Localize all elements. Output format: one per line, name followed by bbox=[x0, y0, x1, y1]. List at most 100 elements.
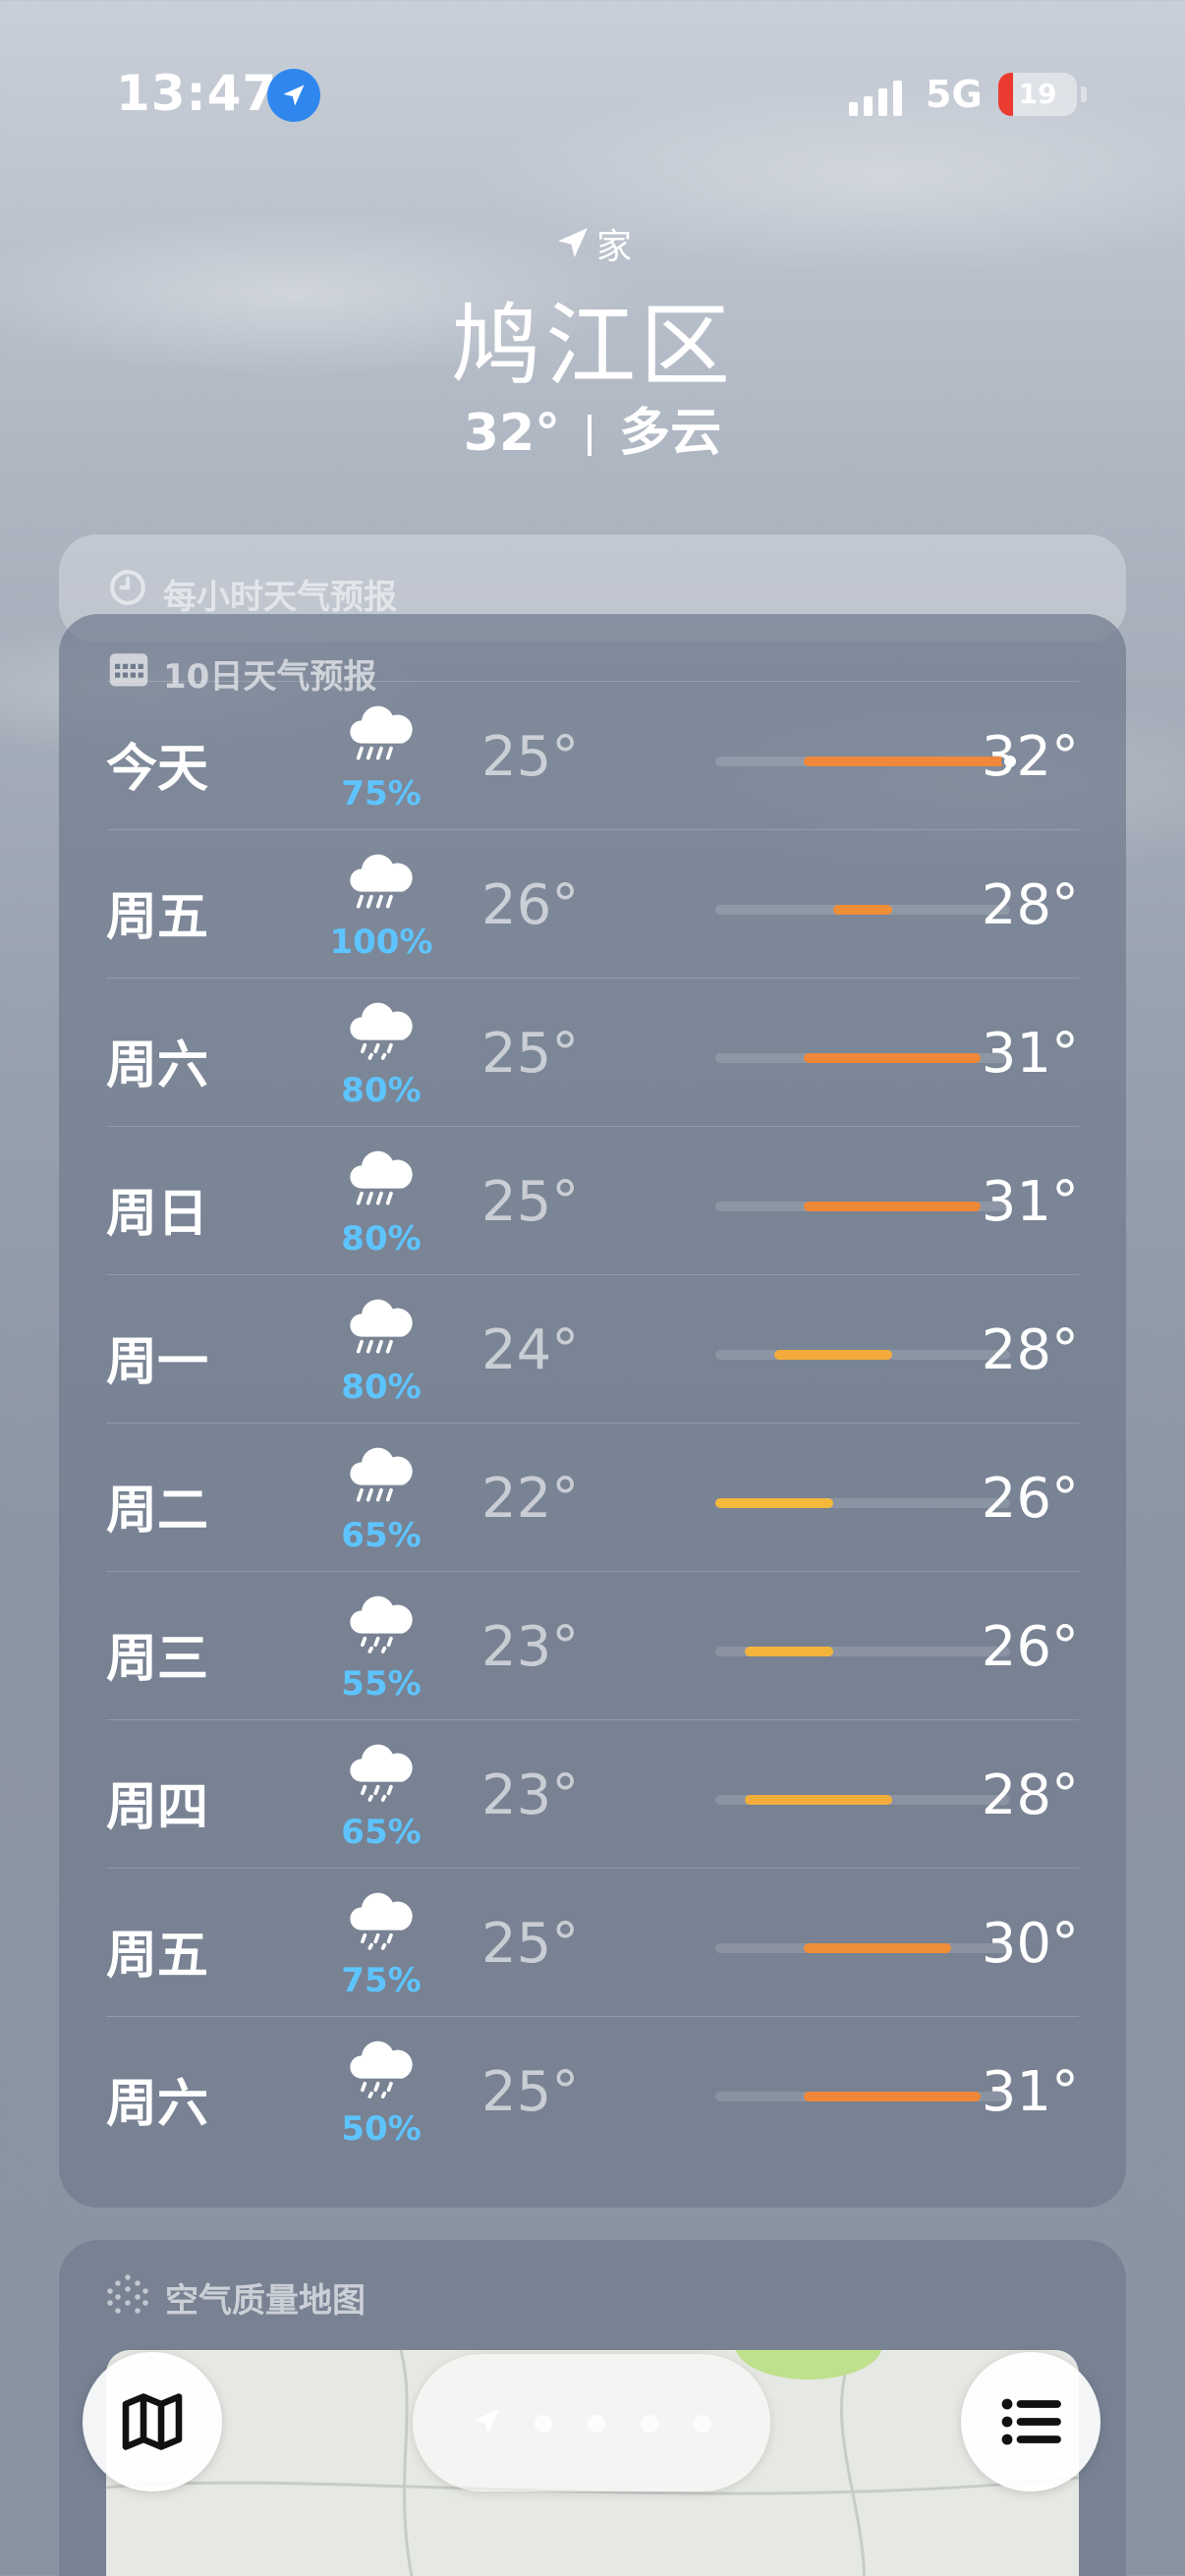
cloud-drizzle-icon bbox=[332, 1884, 430, 1957]
clock: 13:47 bbox=[116, 65, 278, 122]
low-temp: 24° bbox=[481, 1318, 580, 1382]
temp-range-track bbox=[715, 1350, 1010, 1360]
temp-range-track bbox=[715, 1498, 1010, 1508]
temp-range-bar bbox=[745, 1647, 833, 1656]
temp-range-bar bbox=[804, 1202, 981, 1211]
hourly-forecast-label: 每小时天气预报 bbox=[163, 578, 397, 617]
forecast-row[interactable]: 周四 65% 23° 28° bbox=[106, 1719, 1079, 1868]
forecast-day: 周一 bbox=[106, 1333, 209, 1392]
precip-chance: 65% bbox=[341, 1516, 422, 1555]
high-temp: 31° bbox=[981, 2060, 1079, 2124]
precip-chance: 80% bbox=[341, 1368, 422, 1407]
forecast-row[interactable]: 今天 75% 25° 32° bbox=[106, 681, 1079, 829]
forecast-day: 周五 bbox=[106, 888, 209, 947]
battery-percent: 19 bbox=[1018, 78, 1057, 110]
city-name: 鸠江区 bbox=[450, 294, 734, 399]
low-temp: 22° bbox=[481, 1467, 580, 1531]
temp-range-bar bbox=[715, 1498, 833, 1508]
forecast-row[interactable]: 周六 50% 25° 31° bbox=[106, 2016, 1079, 2164]
cloud-rain-icon bbox=[332, 1439, 430, 1512]
precip-chance: 50% bbox=[341, 2109, 422, 2149]
low-temp: 26° bbox=[481, 873, 580, 937]
high-temp: 28° bbox=[981, 873, 1079, 937]
current-temperature: 32° bbox=[463, 404, 561, 463]
precip-chance: 75% bbox=[341, 774, 422, 813]
air-quality-label: 空气质量地图 bbox=[165, 2281, 366, 2321]
forecast-row[interactable]: 周五 100% 26° 28° bbox=[106, 829, 1079, 978]
high-temp: 31° bbox=[981, 1170, 1079, 1234]
precip-chance: 65% bbox=[341, 1813, 422, 1852]
divider bbox=[588, 415, 592, 456]
page-dot[interactable] bbox=[694, 2415, 711, 2433]
cloud-drizzle-icon bbox=[332, 994, 430, 1067]
page-dot[interactable] bbox=[588, 2415, 605, 2433]
temp-range-bar bbox=[774, 1350, 892, 1360]
forecast-day: 周三 bbox=[106, 1630, 209, 1689]
map-icon bbox=[122, 2393, 183, 2450]
precip-chance: 55% bbox=[341, 1664, 422, 1704]
precip-chance: 80% bbox=[341, 1071, 422, 1110]
temp-range-bar bbox=[804, 1053, 981, 1063]
forecast-day: 周六 bbox=[106, 1036, 209, 1095]
high-temp: 26° bbox=[981, 1467, 1079, 1531]
high-temp: 28° bbox=[981, 1764, 1079, 1827]
current-conditions: 32° 多云 bbox=[0, 391, 1185, 465]
location-services-icon bbox=[267, 69, 320, 122]
forecast-row[interactable]: 周一 80% 24° 28° bbox=[106, 1274, 1079, 1423]
forecast-day: 周五 bbox=[106, 1927, 209, 1986]
cloud-rain-icon bbox=[332, 1291, 430, 1364]
precip-chance: 75% bbox=[341, 1961, 422, 2000]
forecast-row[interactable]: 周六 80% 25° 31° bbox=[106, 978, 1079, 1126]
high-temp: 32° bbox=[981, 725, 1079, 789]
cloud-drizzle-icon bbox=[332, 1588, 430, 1660]
location-tag: 家 bbox=[0, 218, 1185, 269]
temp-range-bar bbox=[745, 1795, 892, 1805]
location-arrow-icon bbox=[474, 2409, 499, 2435]
temp-range-track bbox=[715, 1943, 1010, 1953]
forecast-day: 周四 bbox=[106, 1778, 209, 1837]
forecast-day: 周六 bbox=[106, 2075, 209, 2134]
forecast-row[interactable]: 周日 80% 25° 31° bbox=[106, 1126, 1079, 1274]
cloud-rain-icon bbox=[332, 1143, 430, 1215]
low-temp: 25° bbox=[481, 1022, 580, 1086]
temp-range-track bbox=[715, 1202, 1010, 1211]
location-tag-label: 家 bbox=[595, 227, 632, 267]
temp-range-track bbox=[715, 905, 1010, 915]
temp-range-track bbox=[715, 1795, 1010, 1805]
page-dot[interactable] bbox=[535, 2415, 552, 2433]
high-temp: 31° bbox=[981, 1022, 1079, 1086]
precip-chance: 100% bbox=[329, 923, 433, 962]
page-indicator[interactable] bbox=[413, 2354, 770, 2492]
forecast-row[interactable]: 周二 65% 22° 26° bbox=[106, 1423, 1079, 1571]
high-temp: 28° bbox=[981, 1318, 1079, 1382]
forecast-row[interactable]: 周三 55% 23° 26° bbox=[106, 1571, 1079, 1719]
cloud-drizzle-icon bbox=[332, 1736, 430, 1809]
map-button[interactable] bbox=[83, 2352, 222, 2492]
location-arrow-icon bbox=[557, 228, 588, 257]
battery-icon: 19 bbox=[998, 73, 1077, 116]
temp-range-bar bbox=[833, 905, 892, 915]
low-temp: 23° bbox=[481, 1764, 580, 1827]
temp-range-track bbox=[715, 1053, 1010, 1063]
cloud-drizzle-icon bbox=[332, 2033, 430, 2105]
status-bar: 13:47 5G 19 bbox=[0, 61, 1185, 130]
forecast-day: 周日 bbox=[106, 1185, 209, 1244]
low-temp: 25° bbox=[481, 2060, 580, 2124]
cellular-signal-icon bbox=[849, 79, 908, 116]
high-temp: 26° bbox=[981, 1615, 1079, 1679]
low-temp: 25° bbox=[481, 725, 580, 789]
cloud-rain-icon bbox=[332, 698, 430, 770]
page-dot[interactable] bbox=[641, 2415, 658, 2433]
low-temp: 23° bbox=[481, 1615, 580, 1679]
temp-range-track bbox=[715, 2092, 1010, 2101]
high-temp: 30° bbox=[981, 1912, 1079, 1976]
ten-day-forecast-card[interactable]: 10日天气预报 今天 75% 25° 32° 周五 100% 26° 28° 周六 80% 25° 3… bbox=[59, 614, 1126, 2208]
list-icon bbox=[1001, 2398, 1061, 2445]
temp-range-track bbox=[715, 753, 1019, 770]
low-temp: 25° bbox=[481, 1170, 580, 1234]
location-list-button[interactable] bbox=[961, 2352, 1100, 2492]
forecast-row[interactable]: 周五 75% 25° 30° bbox=[106, 1868, 1079, 2016]
precip-chance: 80% bbox=[341, 1219, 422, 1259]
forecast-day: 今天 bbox=[106, 740, 209, 799]
current-condition: 多云 bbox=[619, 404, 722, 463]
